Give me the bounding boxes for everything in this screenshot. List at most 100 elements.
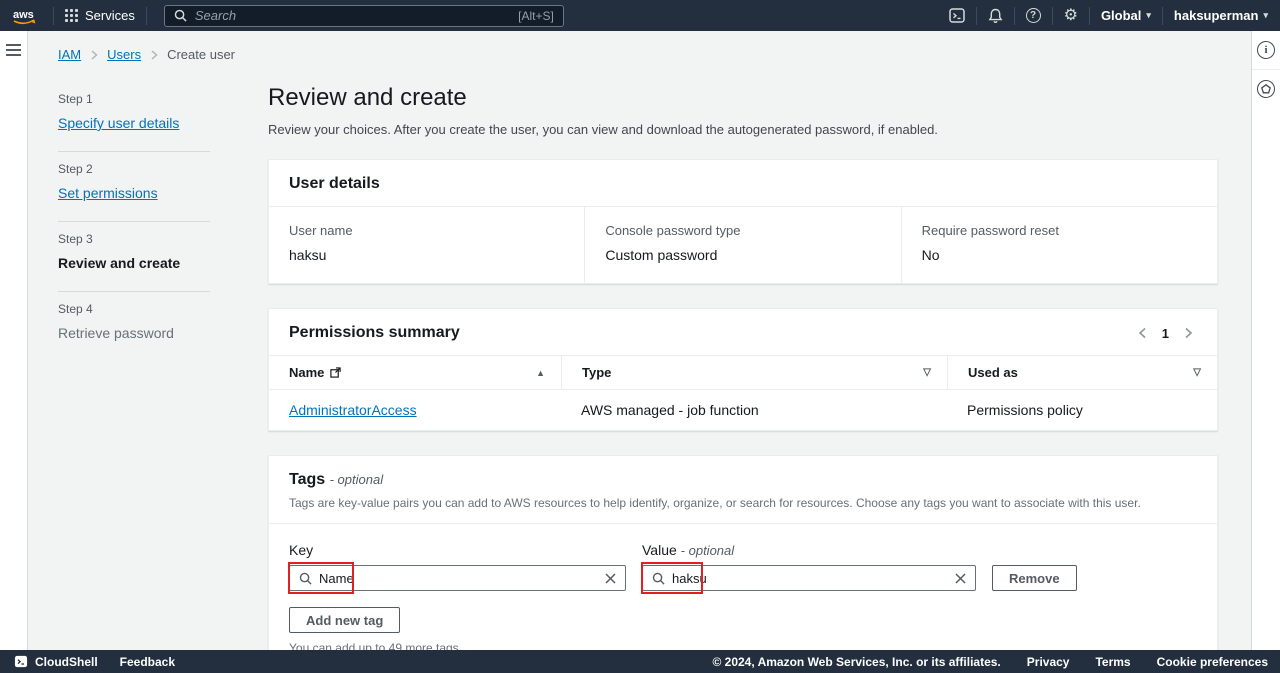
external-link-icon bbox=[330, 367, 341, 378]
divider bbox=[1052, 7, 1053, 25]
feedback-button[interactable]: Feedback bbox=[120, 655, 175, 669]
global-search[interactable]: [Alt+S] bbox=[164, 5, 564, 27]
main-column: Review and create Review your choices. A… bbox=[268, 82, 1218, 650]
resources-icon[interactable] bbox=[1257, 80, 1275, 98]
tag-value-label: Value - optional bbox=[642, 542, 976, 558]
chevron-right-icon bbox=[90, 50, 98, 60]
chevron-down-icon: ▾ bbox=[1146, 10, 1151, 21]
tag-row: Key bbox=[289, 542, 1197, 591]
page-title: Review and create bbox=[268, 84, 1218, 112]
console-password-type-field: Console password type Custom password bbox=[584, 207, 900, 283]
column-header-type[interactable]: Type ▽ bbox=[561, 356, 947, 389]
tags-panel: Tags - optional Tags are key-value pairs… bbox=[268, 455, 1218, 650]
cloudshell-icon[interactable] bbox=[949, 8, 965, 23]
step-link-set-permissions[interactable]: Set permissions bbox=[58, 185, 158, 201]
tags-body: Key bbox=[269, 524, 1217, 650]
pentagon-glyph bbox=[1261, 84, 1271, 94]
field-label: User name bbox=[289, 223, 564, 238]
step-number: Step 1 bbox=[58, 92, 210, 106]
search-icon bbox=[652, 572, 665, 585]
filter-icon[interactable]: ▽ bbox=[923, 367, 931, 378]
tag-value-input-wrap bbox=[642, 565, 976, 591]
account-menu[interactable]: haksuperman ▾ bbox=[1174, 8, 1268, 23]
breadcrumb-users[interactable]: Users bbox=[107, 47, 141, 62]
region-label: Global bbox=[1101, 8, 1141, 23]
pagination-previous-icon[interactable] bbox=[1138, 327, 1147, 339]
user-name-field: User name haksu bbox=[269, 207, 584, 283]
sort-ascending-icon[interactable]: ▲ bbox=[536, 368, 545, 378]
pagination: 1 bbox=[1138, 326, 1197, 341]
step-2: Step 2 Set permissions bbox=[58, 151, 210, 221]
page-description: Review your choices. After you create th… bbox=[268, 122, 1218, 137]
divider bbox=[1252, 69, 1280, 70]
permissions-summary-title: Permissions summary bbox=[289, 324, 460, 342]
policy-link-administratoraccess[interactable]: AdministratorAccess bbox=[289, 402, 417, 418]
copyright-text: © 2024, Amazon Web Services, Inc. or its… bbox=[712, 655, 1000, 669]
divider bbox=[976, 7, 977, 25]
right-rail: i bbox=[1251, 31, 1280, 650]
footer-left: CloudShell Feedback bbox=[14, 655, 175, 669]
permissions-summary-panel: Permissions summary 1 bbox=[268, 308, 1218, 431]
column-header-name[interactable]: Name ▲ bbox=[269, 356, 561, 389]
column-header-used-as[interactable]: Used as ▽ bbox=[947, 356, 1217, 389]
chevron-down-icon: ▾ bbox=[1263, 10, 1268, 21]
aws-logo[interactable]: aws bbox=[10, 6, 42, 26]
footer-bar: CloudShell Feedback © 2024, Amazon Web S… bbox=[0, 650, 1280, 673]
search-shortcut: [Alt+S] bbox=[518, 9, 554, 23]
pagination-next-icon[interactable] bbox=[1184, 327, 1193, 339]
filter-icon[interactable]: ▽ bbox=[1193, 367, 1201, 378]
field-label: Require password reset bbox=[922, 223, 1197, 238]
divider bbox=[1014, 7, 1015, 25]
divider bbox=[1162, 7, 1163, 25]
permissions-summary-header: Permissions summary 1 bbox=[269, 309, 1217, 356]
notifications-bell-icon[interactable] bbox=[988, 8, 1003, 24]
tag-key-column: Key bbox=[289, 542, 626, 591]
chevron-right-icon bbox=[150, 50, 158, 60]
table-row: AdministratorAccess AWS managed - job fu… bbox=[269, 390, 1217, 430]
tag-key-input[interactable] bbox=[319, 571, 598, 586]
left-rail bbox=[0, 31, 28, 650]
tags-title: Tags bbox=[289, 471, 325, 488]
menu-hamburger-icon[interactable] bbox=[6, 44, 21, 56]
divider bbox=[1089, 7, 1090, 25]
remove-tag-button[interactable]: Remove bbox=[992, 565, 1077, 591]
info-glyph: i bbox=[1264, 44, 1267, 56]
field-value: No bbox=[922, 247, 1197, 263]
step-disabled-retrieve-password: Retrieve password bbox=[58, 325, 174, 341]
step-1: Step 1 Specify user details bbox=[58, 82, 210, 151]
clear-key-icon[interactable] bbox=[605, 573, 616, 584]
breadcrumb: IAM Users Create user bbox=[58, 47, 1251, 62]
tag-key-label: Key bbox=[289, 542, 626, 558]
search-icon bbox=[299, 572, 312, 585]
column-label: Used as bbox=[968, 365, 1018, 380]
help-icon[interactable]: ? bbox=[1026, 8, 1041, 23]
cloudshell-button[interactable]: CloudShell bbox=[14, 655, 98, 669]
top-navigation-bar: aws Services [Alt+S] ? bbox=[0, 0, 1280, 31]
tags-helper-text: You can add up to 49 more tags. bbox=[289, 641, 1197, 650]
add-new-tag-button[interactable]: Add new tag bbox=[289, 607, 400, 633]
field-label: Console password type bbox=[605, 223, 880, 238]
step-number: Step 4 bbox=[58, 302, 210, 316]
field-value: Custom password bbox=[605, 247, 880, 263]
content-area: IAM Users Create user Step 1 Specify use… bbox=[28, 31, 1251, 650]
region-selector[interactable]: Global ▾ bbox=[1101, 8, 1151, 23]
cloudshell-label: CloudShell bbox=[35, 655, 98, 669]
require-password-reset-field: Require password reset No bbox=[901, 207, 1217, 283]
privacy-link[interactable]: Privacy bbox=[1027, 655, 1070, 669]
clear-value-icon[interactable] bbox=[955, 573, 966, 584]
terms-link[interactable]: Terms bbox=[1095, 655, 1130, 669]
step-current-review-and-create: Review and create bbox=[58, 255, 180, 271]
cookie-preferences-link[interactable]: Cookie preferences bbox=[1157, 655, 1268, 669]
settings-gear-icon[interactable]: ⚙ bbox=[1064, 8, 1078, 24]
breadcrumb-iam[interactable]: IAM bbox=[58, 47, 81, 62]
tag-value-input[interactable] bbox=[672, 571, 948, 586]
pagination-current-page[interactable]: 1 bbox=[1162, 326, 1169, 341]
cell-used-as: Permissions policy bbox=[947, 390, 1217, 430]
column-label: Type bbox=[582, 365, 611, 380]
step-link-specify-user-details[interactable]: Specify user details bbox=[58, 115, 179, 131]
info-icon[interactable]: i bbox=[1257, 41, 1275, 59]
search-input[interactable] bbox=[195, 8, 510, 23]
aws-console: aws Services [Alt+S] ? bbox=[0, 0, 1280, 673]
services-menu[interactable]: Services bbox=[65, 8, 135, 23]
permissions-table-header: Name ▲ Type ▽ Used as bbox=[269, 356, 1217, 390]
